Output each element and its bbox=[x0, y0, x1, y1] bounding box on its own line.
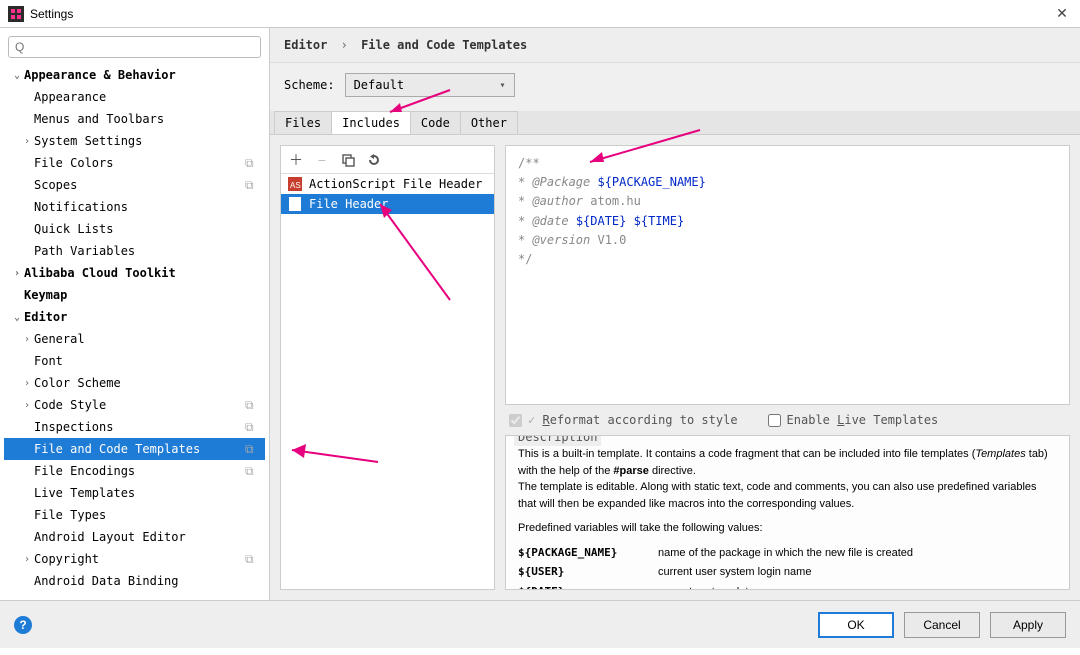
window-title: Settings bbox=[30, 7, 1052, 21]
template-list[interactable]: ASActionScript File HeaderFile Header bbox=[281, 174, 494, 589]
tree-item[interactable]: ›Alibaba Cloud Toolkit bbox=[4, 262, 265, 284]
tab-includes[interactable]: Includes bbox=[331, 111, 411, 134]
apply-button[interactable]: Apply bbox=[990, 612, 1066, 638]
ok-button[interactable]: OK bbox=[818, 612, 894, 638]
template-list-pane: ＋ − ASActionScript File HeaderFile Heade… bbox=[280, 145, 495, 590]
copy-icon: ⧉ bbox=[245, 464, 259, 479]
template-item[interactable]: File Header bbox=[281, 194, 494, 214]
actionscript-icon: AS bbox=[287, 177, 303, 191]
copy-icon: ⧉ bbox=[245, 398, 259, 413]
tree-item[interactable]: Notifications bbox=[4, 196, 265, 218]
file-icon bbox=[287, 197, 303, 211]
help-button[interactable]: ? bbox=[14, 616, 32, 634]
tree-item[interactable]: ›Color Scheme bbox=[4, 372, 265, 394]
breadcrumb-sep-icon: › bbox=[341, 38, 348, 52]
tab-files[interactable]: Files bbox=[274, 111, 332, 134]
var-desc: name of the package in which the new fil… bbox=[658, 545, 1057, 562]
tree-item[interactable]: ›Code Style⧉ bbox=[4, 394, 265, 416]
var-key: ${USER} bbox=[518, 564, 658, 581]
settings-sidebar: ⌄Appearance & BehaviorAppearanceMenus an… bbox=[0, 28, 270, 600]
template-editor[interactable]: /** * @Package ${PACKAGE_NAME} * @author… bbox=[505, 145, 1070, 405]
template-tabs: FilesIncludesCodeOther bbox=[270, 111, 1080, 135]
reformat-checkbox[interactable]: ✓ Reformat according to style bbox=[509, 413, 738, 427]
copy-icon: ⧉ bbox=[245, 420, 259, 435]
scheme-select[interactable]: Default ▾ bbox=[345, 73, 515, 97]
tree-item[interactable]: Font bbox=[4, 350, 265, 372]
tree-item[interactable]: File Encodings⧉ bbox=[4, 460, 265, 482]
tree-item[interactable]: File and Code Templates⧉ bbox=[4, 438, 265, 460]
tree-item[interactable]: Android Layout Editor bbox=[4, 526, 265, 548]
template-item[interactable]: ASActionScript File Header bbox=[281, 174, 494, 194]
scheme-value: Default bbox=[354, 78, 405, 92]
copy-icon: ⧉ bbox=[245, 442, 259, 457]
description-panel: Description This is a built-in template.… bbox=[505, 435, 1070, 590]
tree-item[interactable]: Path Variables bbox=[4, 240, 265, 262]
var-key: ${PACKAGE_NAME} bbox=[518, 545, 658, 562]
app-logo-icon bbox=[8, 6, 24, 22]
scheme-label: Scheme: bbox=[284, 78, 335, 92]
tab-code[interactable]: Code bbox=[410, 111, 461, 134]
remove-button[interactable]: − bbox=[313, 151, 331, 169]
chevron-down-icon: ▾ bbox=[500, 80, 506, 91]
svg-text:AS: AS bbox=[290, 181, 301, 190]
template-toolbar: ＋ − bbox=[281, 146, 494, 174]
description-legend: Description bbox=[514, 435, 601, 446]
var-desc: current user system login name bbox=[658, 564, 1057, 581]
content-pane: Editor › File and Code Templates Scheme:… bbox=[270, 28, 1080, 600]
titlebar: Settings ✕ bbox=[0, 0, 1080, 28]
tree-item[interactable]: Menus and Toolbars bbox=[4, 108, 265, 130]
copy-button[interactable] bbox=[339, 151, 357, 169]
breadcrumb: Editor › File and Code Templates bbox=[270, 28, 1080, 63]
tree-item[interactable]: Appearance bbox=[4, 86, 265, 108]
tree-item[interactable]: Android Data Binding bbox=[4, 570, 265, 592]
live-templates-checkbox[interactable]: Enable Live Templates bbox=[768, 413, 939, 427]
tree-item[interactable]: Scopes⧉ bbox=[4, 174, 265, 196]
copy-icon: ⧉ bbox=[245, 552, 259, 567]
revert-button[interactable] bbox=[365, 151, 383, 169]
var-desc: current system date bbox=[658, 584, 1057, 591]
close-icon[interactable]: ✕ bbox=[1052, 5, 1072, 22]
tree-item[interactable]: ›General bbox=[4, 328, 265, 350]
var-key: ${DATE} bbox=[518, 584, 658, 591]
tree-item[interactable]: Inspections⧉ bbox=[4, 416, 265, 438]
dialog-footer: ? OK Cancel Apply bbox=[0, 600, 1080, 648]
breadcrumb-leaf: File and Code Templates bbox=[361, 38, 527, 52]
copy-icon: ⧉ bbox=[245, 156, 259, 171]
tab-other[interactable]: Other bbox=[460, 111, 518, 134]
tree-item[interactable]: Live Templates bbox=[4, 482, 265, 504]
search-input[interactable] bbox=[8, 36, 261, 58]
settings-tree[interactable]: ⌄Appearance & BehaviorAppearanceMenus an… bbox=[0, 64, 269, 592]
tree-item[interactable]: ›Copyright⧉ bbox=[4, 548, 265, 570]
tree-item[interactable]: File Types bbox=[4, 504, 265, 526]
add-button[interactable]: ＋ bbox=[287, 151, 305, 169]
cancel-button[interactable]: Cancel bbox=[904, 612, 980, 638]
tree-item[interactable]: Keymap bbox=[4, 284, 265, 306]
breadcrumb-root: Editor bbox=[284, 38, 327, 52]
tree-item[interactable]: Quick Lists bbox=[4, 218, 265, 240]
tree-item[interactable]: File Colors⧉ bbox=[4, 152, 265, 174]
tree-item[interactable]: ⌄Appearance & Behavior bbox=[4, 64, 265, 86]
copy-icon: ⧉ bbox=[245, 178, 259, 193]
tree-item[interactable]: ›System Settings bbox=[4, 130, 265, 152]
tree-item[interactable]: ⌄Editor bbox=[4, 306, 265, 328]
